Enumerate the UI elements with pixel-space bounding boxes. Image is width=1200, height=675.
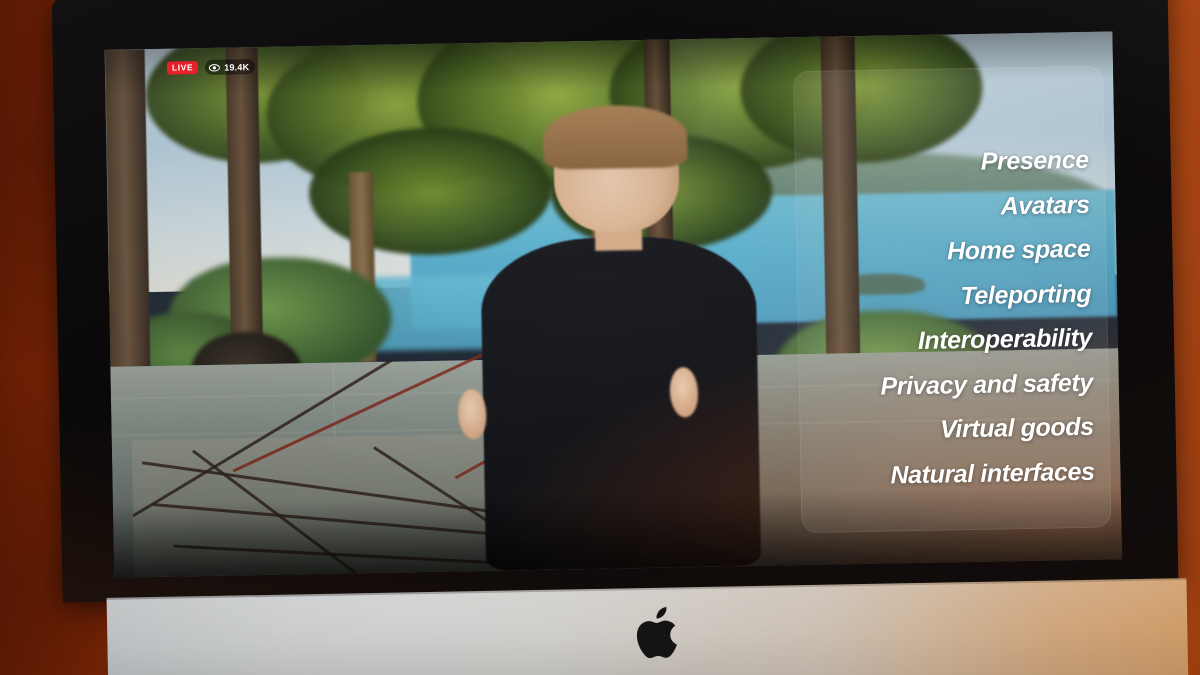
eye-icon <box>209 63 221 71</box>
list-item: Presence <box>980 145 1089 176</box>
imac-computer: Presence Avatars Home space Teleporting … <box>51 0 1200 675</box>
metaverse-building-blocks-panel: Presence Avatars Home space Teleporting … <box>793 65 1112 534</box>
screenshot-stage: Presence Avatars Home space Teleporting … <box>0 0 1200 675</box>
list-item: Home space <box>946 234 1091 266</box>
list-item: Teleporting <box>960 279 1092 310</box>
list-item: Avatars <box>1000 190 1090 220</box>
list-item: Natural interfaces <box>890 457 1095 490</box>
presenter <box>457 104 780 572</box>
live-badge: LIVE <box>166 60 199 75</box>
list-item: Privacy and safety <box>880 368 1094 401</box>
live-status-bar: LIVE 19.4K <box>166 59 256 76</box>
viewer-count-value: 19.4K <box>224 61 250 73</box>
keyword-list: Presence Avatars Home space Teleporting … <box>807 145 1095 490</box>
list-item: Interoperability <box>917 323 1093 355</box>
list-item: Virtual goods <box>939 412 1094 444</box>
monitor-screen[interactable]: Presence Avatars Home space Teleporting … <box>104 31 1123 578</box>
apple-logo <box>636 606 677 659</box>
viewer-count-badge: 19.4K <box>205 59 256 75</box>
presenter-torso <box>479 234 761 571</box>
